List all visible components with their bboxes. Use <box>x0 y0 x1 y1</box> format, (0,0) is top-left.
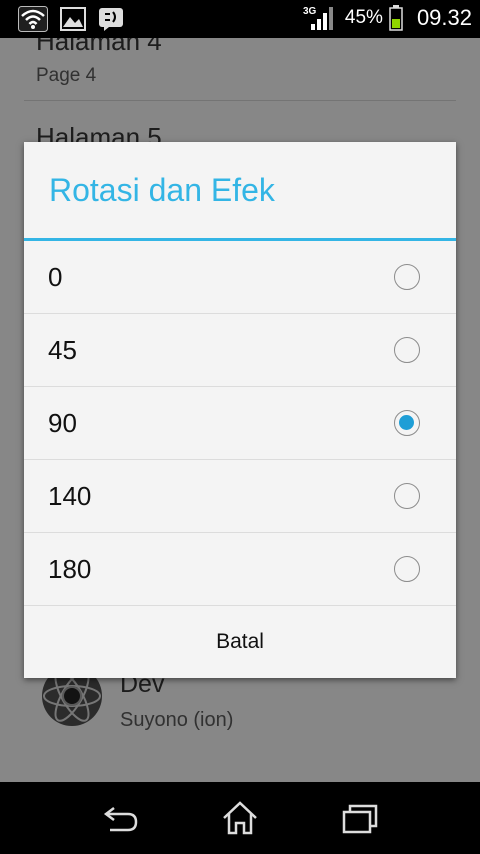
back-icon[interactable] <box>100 800 140 836</box>
navigation-bar <box>0 782 480 854</box>
dialog-footer: Batal <box>24 606 456 677</box>
option-label: 0 <box>48 261 63 292</box>
radio-button[interactable] <box>394 337 420 363</box>
option-180[interactable]: 180 <box>24 533 456 606</box>
option-label: 140 <box>48 480 92 511</box>
notification-icons <box>18 6 124 32</box>
battery-icon <box>389 5 403 31</box>
option-label: 45 <box>48 334 77 365</box>
wifi-icon <box>18 6 48 32</box>
radio-button[interactable] <box>394 483 420 509</box>
option-label: 90 <box>48 407 77 438</box>
dialog-title: Rotasi dan Efek <box>49 171 275 208</box>
network-type-label: 3G <box>303 6 317 17</box>
radio-button-selected[interactable] <box>394 410 420 436</box>
recent-apps-icon[interactable] <box>340 800 380 836</box>
radio-button[interactable] <box>394 264 420 290</box>
option-0[interactable]: 0 <box>24 241 456 314</box>
option-90[interactable]: 90 <box>24 387 456 460</box>
option-140[interactable]: 140 <box>24 460 456 533</box>
image-icon <box>60 7 86 31</box>
signal-icon: 3G <box>303 6 333 30</box>
rotation-dialog: Rotasi dan Efek 0 45 90 140 180 Batal <box>24 142 456 678</box>
radio-button[interactable] <box>394 556 420 582</box>
clock: 09.32 <box>416 5 472 30</box>
bbm-icon <box>99 8 123 31</box>
option-45[interactable]: 45 <box>24 314 456 387</box>
option-label: 180 <box>48 553 92 584</box>
status-bar: 3G 45% 09.32 <box>0 0 480 38</box>
home-icon[interactable] <box>220 800 260 836</box>
battery-percent: 45% <box>344 7 383 28</box>
cancel-button[interactable]: Batal <box>196 620 284 664</box>
